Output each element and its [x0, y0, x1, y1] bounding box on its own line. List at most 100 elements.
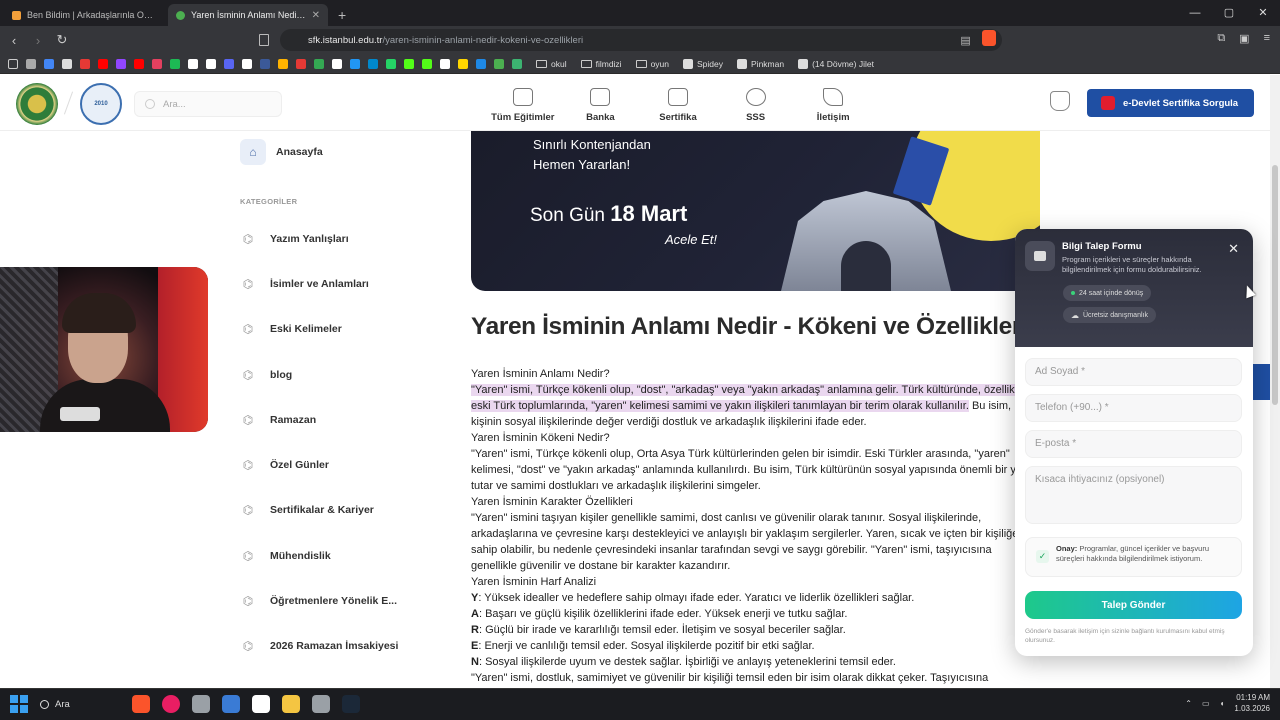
bookmark-link[interactable]: Spidey	[683, 58, 723, 69]
taskbar-search[interactable]: Ara	[40, 699, 120, 710]
bookmark-site-icon[interactable]	[278, 58, 288, 69]
taskbar-app-icon[interactable]	[192, 695, 210, 713]
address-bar[interactable]: sfk.istanbul.edu.tr/yaren-isminin-anlami…	[280, 29, 1002, 51]
bookmark-site-icon[interactable]	[458, 58, 468, 69]
taskbar-app-icon[interactable]	[162, 695, 180, 713]
taskbar-app-icon[interactable]	[282, 695, 300, 713]
bookmark-site-icon[interactable]	[476, 58, 486, 69]
bookmark-site-icon[interactable]	[206, 58, 216, 69]
bookmark-site-icon[interactable]	[368, 58, 378, 69]
bookmark-site-icon[interactable]	[422, 58, 432, 69]
sidebar-category-item[interactable]: ⌬ İsimler ve Anlamları	[240, 261, 440, 306]
sidebar-category-item[interactable]: ⌬ Sertifikalar & Kariyer	[240, 488, 440, 533]
clock[interactable]: 01:19 AM 1.03.2026	[1234, 692, 1270, 714]
istanbul-university-logo[interactable]	[16, 83, 58, 125]
sidebar-category-item[interactable]: ⌬ Ramazan	[240, 397, 440, 442]
bookmark-site-icon[interactable]	[494, 58, 504, 69]
sidebar-category-item[interactable]: ⌬ Yazım Yanlışları	[240, 216, 440, 261]
taskbar-app-icon[interactable]	[222, 695, 240, 713]
bookmark-site-icon[interactable]	[350, 58, 360, 69]
windows-start-icon[interactable]	[10, 695, 28, 713]
bookmark-site-icon[interactable]	[188, 58, 198, 69]
bookmark-site-icon[interactable]	[512, 58, 522, 69]
site-search-input[interactable]: Ara...	[134, 91, 282, 117]
bookmark-site-icon[interactable]	[62, 58, 72, 69]
sidebar-category-item[interactable]: ⌬ Özel Günler	[240, 442, 440, 487]
bookmark-site-icon[interactable]	[332, 58, 342, 69]
bookmark-site-icon[interactable]	[152, 58, 162, 69]
edevlet-certificate-button[interactable]: e-Devlet Sertifika Sorgula	[1087, 89, 1254, 117]
taskbar-app-icon[interactable]	[252, 695, 270, 713]
bookmark-folder[interactable]: okul	[536, 59, 567, 69]
nav-certificate[interactable]: Sertifika	[639, 75, 717, 131]
bookmark-site-icon[interactable]	[440, 58, 450, 69]
bookmark-link[interactable]: (14 Dövme) Jilet	[798, 58, 874, 69]
sidebar-category-item[interactable]: ⌬ Mühendislik	[240, 533, 440, 578]
network-icon[interactable]: ▭	[1202, 699, 1210, 708]
back-icon[interactable]: ‹	[4, 33, 24, 48]
brave-shields-icon[interactable]	[982, 30, 996, 46]
bookmark-site-icon[interactable]	[296, 58, 306, 69]
bookmark-folder[interactable]: filmdizi	[580, 59, 622, 69]
nav-all-courses[interactable]: Tüm Eğitimler	[484, 75, 562, 131]
page-scrollbar[interactable]	[1270, 75, 1280, 688]
taskbar-app-icon[interactable]	[342, 695, 360, 713]
taskbar-app-icon[interactable]	[312, 695, 330, 713]
url-domain: sfk.istanbul.edu.tr	[308, 34, 383, 46]
graduation-cap-icon[interactable]	[1050, 91, 1070, 111]
browser-tab[interactable]: Ben Bildim | Arkadaşlarınla Online Bi...	[4, 4, 164, 26]
volume-icon[interactable]: ◖	[1220, 699, 1225, 708]
bookmark-site-icon[interactable]	[26, 58, 36, 69]
bookmark-page-icon[interactable]	[259, 34, 269, 46]
bookmark-site-icon[interactable]	[404, 58, 414, 69]
need-textarea[interactable]: Kısaca ihtiyacınız (opsiyonel)	[1025, 466, 1242, 524]
bookmark-site-icon[interactable]	[170, 58, 180, 69]
apps-icon[interactable]	[8, 58, 18, 69]
bookmark-link[interactable]: Pinkman	[737, 58, 784, 69]
nav-bank[interactable]: Banka	[562, 75, 640, 131]
sidebar-item-home[interactable]: ⌂ Anasayfa	[240, 137, 440, 167]
bookmark-site-icon[interactable]	[242, 58, 252, 69]
name-field[interactable]: Ad Soyad *	[1025, 358, 1242, 386]
forward-icon[interactable]: ›	[28, 33, 48, 48]
sidebar-category-item[interactable]: ⌬ 2026 Ramazan İmsakiyesi	[240, 624, 440, 669]
sidebar-category-item[interactable]: ⌬ Öğretmenlere Yönelik E...	[240, 578, 440, 623]
bookmark-folder[interactable]: oyun	[635, 59, 669, 69]
sidebar-category-item[interactable]: ⌬ blog	[240, 352, 440, 397]
taskbar-app-icon[interactable]	[132, 695, 150, 713]
hero-banner[interactable]: Sınırlı Kontenjandan Hemen Yararlan! Son…	[471, 131, 1040, 291]
scrollbar-thumb[interactable]	[1272, 165, 1278, 405]
bookmark-site-icon[interactable]	[260, 58, 270, 69]
sidebar-category-item[interactable]: ⌬ Eski Kelimeler	[240, 307, 440, 352]
browser-tab-active[interactable]: Yaren İsminin Anlamı Nedir - Köke... ✕	[168, 4, 328, 26]
bookmark-site-icon[interactable]	[116, 58, 126, 69]
extensions-icon[interactable]: ⧉	[1217, 32, 1225, 45]
sfk-logo[interactable]: 2010	[80, 83, 122, 125]
windows-taskbar: Ara ⌃ ▭ ◖ 01:19 AM 1.03.2026	[0, 688, 1280, 720]
minimize-button[interactable]: —	[1178, 0, 1212, 26]
tray-overflow-icon[interactable]: ⌃	[1185, 699, 1192, 708]
reader-icon[interactable]: ▤	[960, 34, 970, 47]
bookmark-site-icon[interactable]	[314, 58, 324, 69]
submit-request-button[interactable]: Talep Gönder	[1025, 591, 1242, 619]
menu-icon[interactable]: ≡	[1264, 32, 1270, 45]
bookmark-site-icon[interactable]	[386, 58, 396, 69]
bookmark-site-icon[interactable]	[134, 58, 144, 69]
consent-checkbox[interactable]: ✓	[1036, 550, 1049, 563]
consent-checkbox-row[interactable]: ✓ Onay: Programlar, güncel içerikler ve …	[1025, 537, 1242, 577]
maximize-button[interactable]: ▢	[1212, 0, 1246, 26]
nav-faq[interactable]: SSS	[717, 75, 795, 131]
wallet-icon[interactable]: ▣	[1239, 32, 1249, 45]
bookmark-site-icon[interactable]	[224, 58, 234, 69]
bookmark-site-icon[interactable]	[80, 58, 90, 69]
bookmark-site-icon[interactable]	[44, 58, 54, 69]
nav-contact[interactable]: İletişim	[794, 75, 872, 131]
new-tab-button[interactable]: +	[328, 7, 356, 26]
reload-icon[interactable]: ↻	[52, 32, 72, 48]
close-window-button[interactable]: ✕	[1246, 0, 1280, 26]
email-field[interactable]: E-posta *	[1025, 430, 1242, 458]
phone-field[interactable]: Telefon (+90...) *	[1025, 394, 1242, 422]
close-tab-icon[interactable]: ✕	[312, 10, 320, 21]
close-icon[interactable]: ✕	[1228, 241, 1239, 257]
bookmark-site-icon[interactable]	[98, 58, 108, 69]
